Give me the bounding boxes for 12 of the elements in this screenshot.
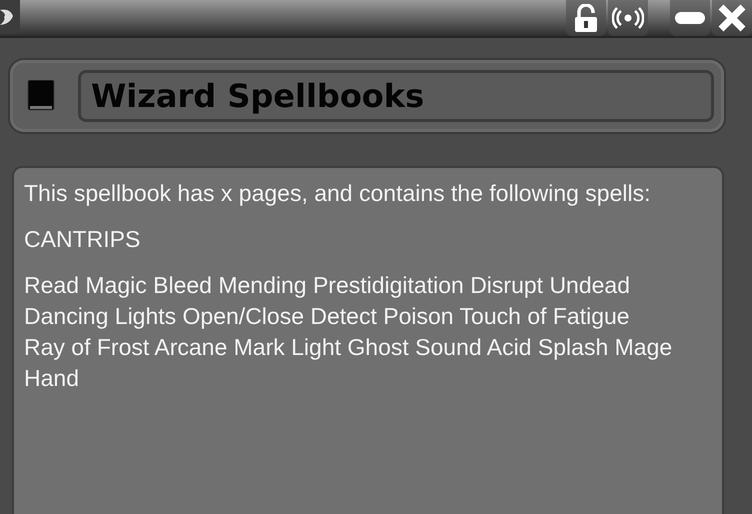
intro-text: This spellbook has x pages, and contains the following spells:	[24, 179, 652, 208]
minimize-button[interactable]	[670, 0, 710, 36]
broadcast-icon	[612, 7, 644, 29]
spell-list: Read Magic Bleed Mending Prestidigitation Disrupt Undead Dancing Lights Open/Close Detect Poison Touch of Fatigue Ray of Frost Arcane Mark Light Ghost Sound Acid Splash Mage Hand	[24, 270, 674, 394]
book-icon	[26, 80, 56, 112]
minimize-icon	[675, 12, 705, 24]
spellbook-title: Wizard Spellbooks	[91, 77, 424, 115]
lock-button[interactable]	[566, 0, 606, 36]
close-button[interactable]	[712, 0, 752, 36]
broadcast-button[interactable]	[608, 0, 648, 36]
close-icon	[718, 4, 746, 32]
section-heading: CANTRIPS	[24, 225, 142, 254]
